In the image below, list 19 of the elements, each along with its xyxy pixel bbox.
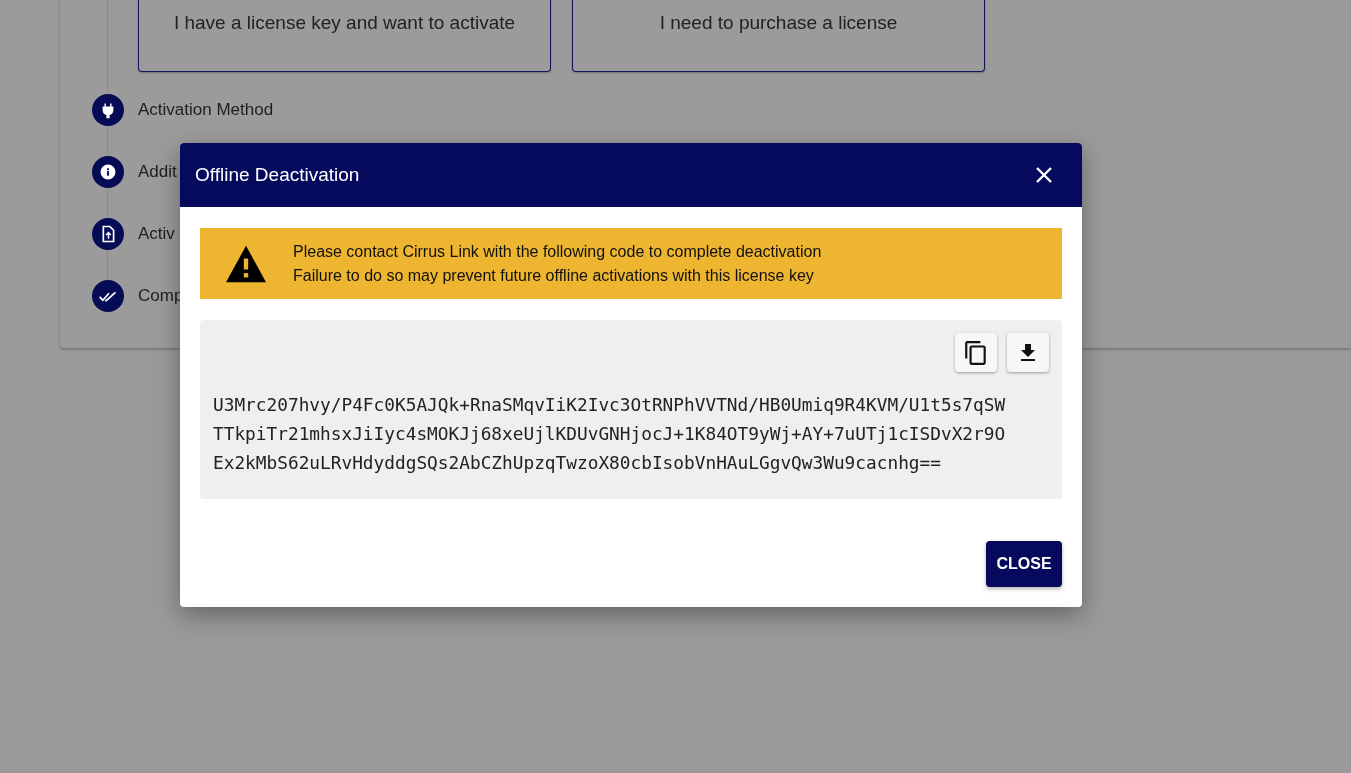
plug-icon xyxy=(92,94,124,126)
option-card[interactable]: I need to purchase a license xyxy=(572,0,985,72)
copy-icon xyxy=(963,339,989,366)
file-upload-icon xyxy=(92,218,124,250)
double-check-icon xyxy=(92,280,124,312)
alert-message: Failure to do so may prevent future offline activations with this license key xyxy=(293,265,815,286)
info-icon xyxy=(92,156,124,188)
download-button[interactable] xyxy=(1007,333,1049,372)
alert-message: Please contact Cirrus Link with the following code to complete deactivation xyxy=(293,241,822,262)
deactivation-code: U3Mrc207hvy/P4Fc0K5AJQk+RnaSMqvIiK2Ivc3OtRNPhVVTNd/HB0Umiq9R4KVM/U1t5s7qSW xyxy=(213,393,1007,417)
deactivation-code: TTkpiTr21mhsxJiIyc4sMOKJj68xeUjlKDUvGNHjocJ+1K84OT9yWj+AY+7uUTj1cISDvX2r9O xyxy=(213,422,1007,446)
option-card[interactable]: I have a license key and want to activate xyxy=(138,0,551,72)
deactivation-code: Ex2kMbS62uLRvHdyddgSQs2AbCZhUpzqTwzoX80cbIsobVnHAuLGgvQw3Wu9cacnhg== xyxy=(213,451,942,475)
dialog-title: Offline Deactivation xyxy=(195,164,360,186)
close-button[interactable]: CLOSE xyxy=(986,541,1062,587)
step-label: Addit xyxy=(138,162,177,182)
step-label: Activ xyxy=(138,224,175,244)
step-label: Activation Method xyxy=(138,100,274,120)
copy-button[interactable] xyxy=(955,333,997,372)
